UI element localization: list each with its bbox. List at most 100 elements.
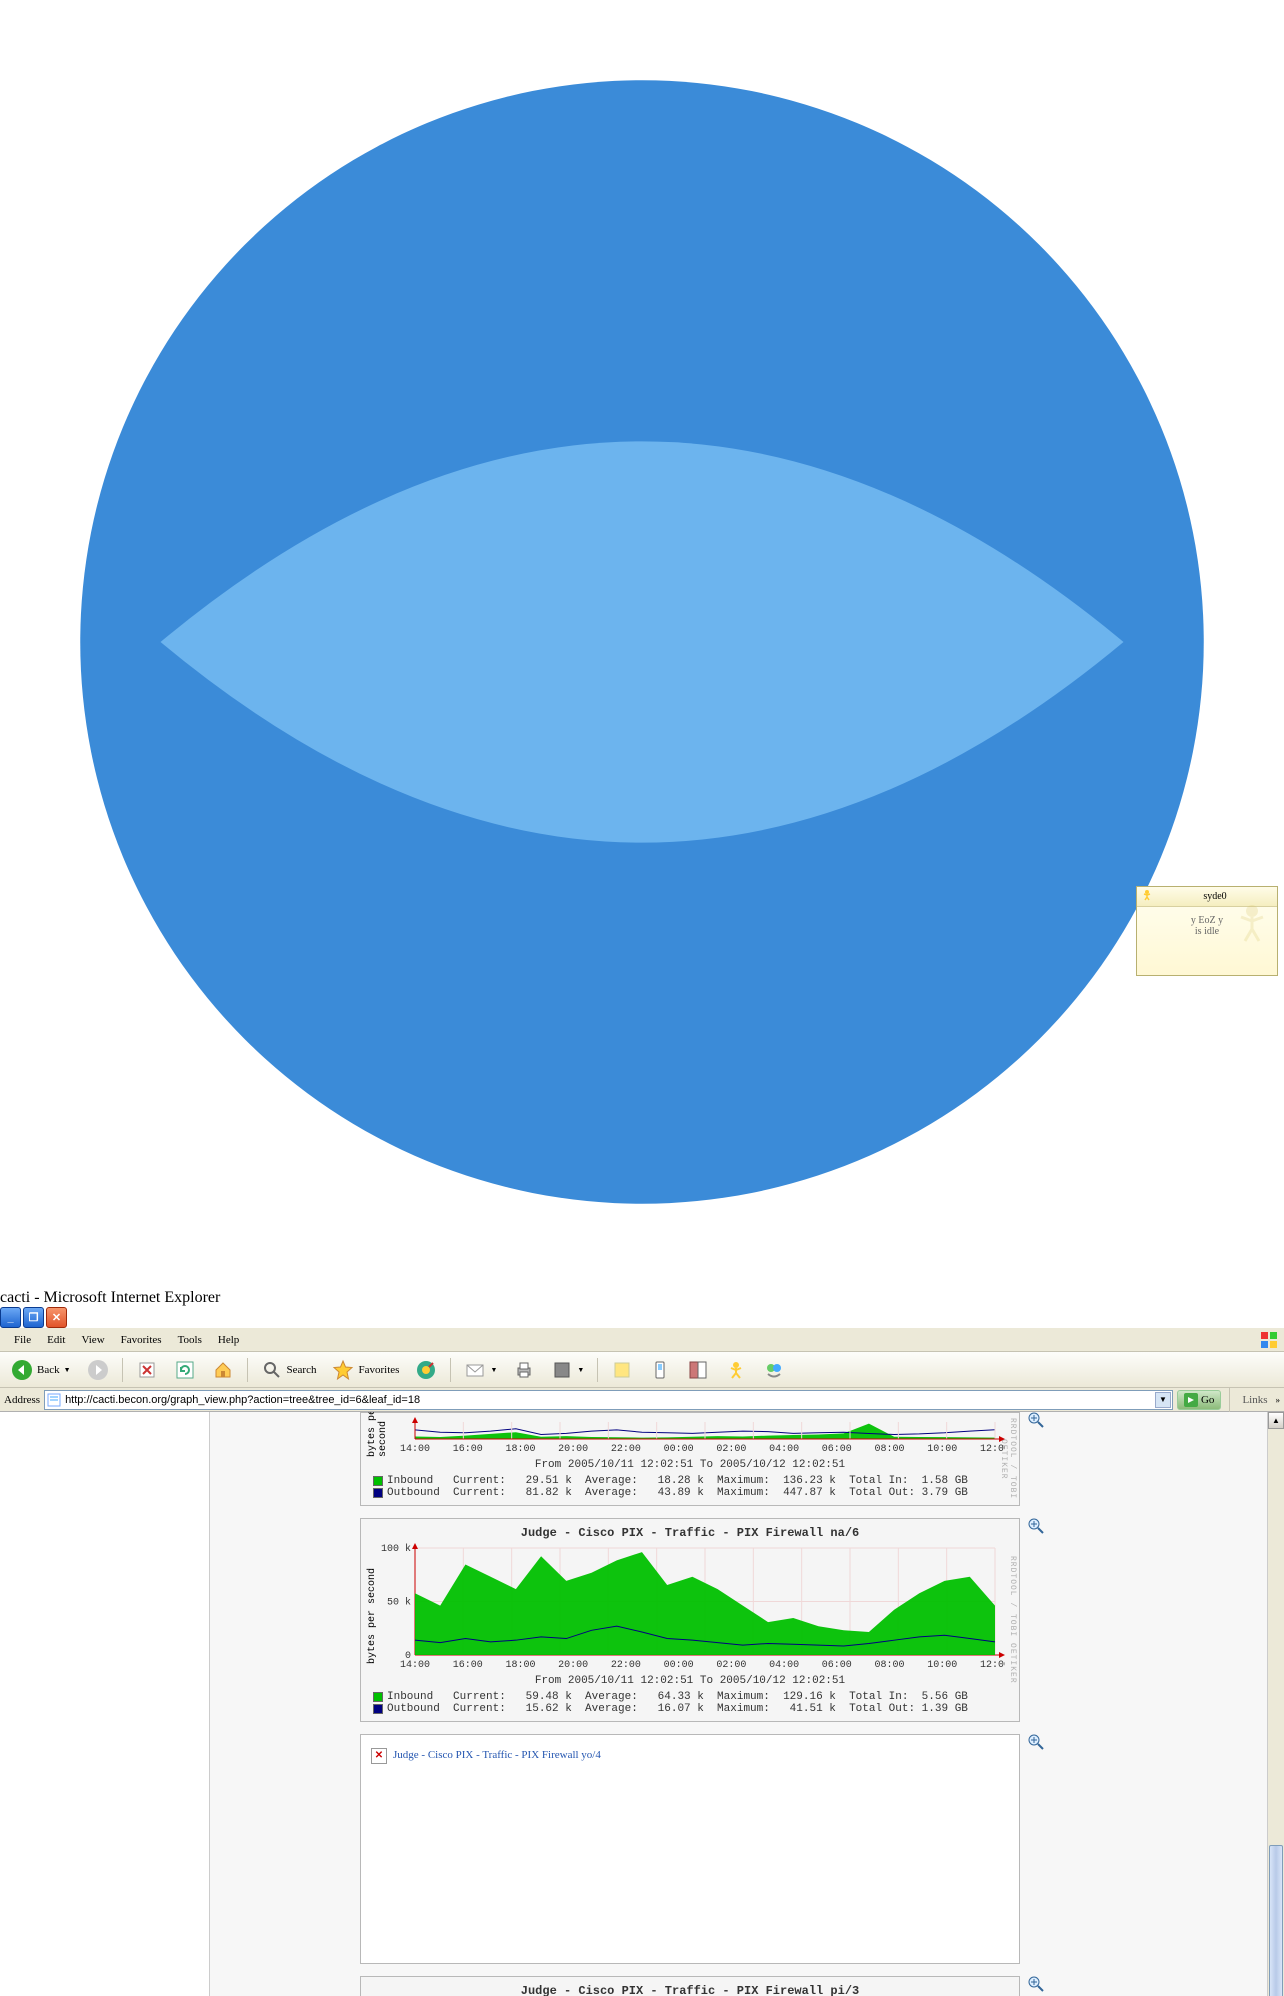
svg-text:06:00: 06:00: [822, 1444, 852, 1455]
graph-row: RRDTOOL / TOBI OETIKER bytes per second …: [360, 1412, 1254, 1506]
graph-block-empty: ✕ Judge - Cisco PIX - Traffic - PIX Firew…: [360, 1734, 1020, 1964]
refresh-icon: [174, 1359, 196, 1381]
graph-title: Judge - Cisco PIX - Traffic - PIX Firewa…: [365, 1981, 1015, 1996]
graph-timerange: From 2005/10/11 12:02:51 To 2005/10/12 1…: [365, 1673, 1015, 1689]
menu-edit[interactable]: Edit: [39, 1332, 73, 1348]
vertical-scrollbar[interactable]: ▲ ▼: [1267, 1412, 1284, 1996]
minimize-button[interactable]: _: [0, 1307, 21, 1328]
zoom-icon[interactable]: [1028, 1412, 1044, 1428]
media-button[interactable]: [408, 1355, 444, 1385]
scroll-track[interactable]: [1268, 1429, 1284, 1996]
legend-swatch: [373, 1704, 383, 1714]
svg-text:18:00: 18:00: [505, 1660, 535, 1671]
tree-panel[interactable]: [0, 1412, 210, 1996]
svg-text:20:00: 20:00: [558, 1660, 588, 1671]
menu-view[interactable]: View: [73, 1332, 112, 1348]
address-dropdown-icon[interactable]: ▼: [1155, 1392, 1171, 1408]
go-button[interactable]: Go: [1177, 1390, 1221, 1410]
svg-text:12:00: 12:00: [980, 1660, 1005, 1671]
graph-canvas: bytes per second 14:0016:0018:0020:0022:…: [365, 1417, 1015, 1457]
phone-button[interactable]: [642, 1355, 678, 1385]
msn-icon: [763, 1359, 785, 1381]
go-icon: [1184, 1393, 1198, 1407]
note-icon: [611, 1359, 633, 1381]
legend-swatch: [373, 1488, 383, 1498]
home-button[interactable]: [205, 1355, 241, 1385]
svg-text:06:00: 06:00: [822, 1660, 852, 1671]
menu-favorites[interactable]: Favorites: [113, 1332, 170, 1348]
im-notification[interactable]: syde0 y EoZ y is idle: [1136, 886, 1278, 976]
svg-text:16:00: 16:00: [453, 1660, 483, 1671]
forward-button[interactable]: [80, 1355, 116, 1385]
legend-swatch: [373, 1692, 383, 1702]
graph-timerange: From 2005/10/11 12:02:51 To 2005/10/12 1…: [365, 1457, 1015, 1473]
svg-text:08:00: 08:00: [875, 1660, 905, 1671]
rrdtool-label: RRDTOOL / TOBI OETIKER: [1003, 1979, 1017, 1996]
scroll-thumb[interactable]: [1269, 1845, 1283, 1996]
forward-icon: [87, 1359, 109, 1381]
mail-icon: [464, 1359, 486, 1381]
links-label[interactable]: Links: [1238, 1394, 1271, 1406]
svg-text:12:00: 12:00: [980, 1444, 1005, 1455]
star-icon: [332, 1359, 354, 1381]
graphs-panel: RRDTOOL / TOBI OETIKER bytes per second …: [210, 1412, 1284, 1996]
zoom-icon[interactable]: [1028, 1976, 1044, 1992]
address-input[interactable]: [44, 1390, 1173, 1410]
dropdown-icon: ▼: [64, 1366, 71, 1374]
svg-text:18:00: 18:00: [505, 1444, 535, 1455]
page-icon: [47, 1393, 61, 1407]
broken-image-label[interactable]: Judge - Cisco PIX - Traffic - PIX Firewa…: [393, 1749, 601, 1761]
svg-text:50 k: 50 k: [387, 1597, 411, 1609]
note-button[interactable]: [604, 1355, 640, 1385]
broken-image-icon: ✕: [371, 1748, 387, 1764]
mail-button[interactable]: ▼: [457, 1355, 504, 1385]
toolbar: Back ▼ Search Favorites ▼ ▼: [0, 1352, 1284, 1388]
favorites-button[interactable]: Favorites: [325, 1355, 406, 1385]
windows-flag-icon[interactable]: [1260, 1331, 1278, 1349]
media-icon: [415, 1359, 437, 1381]
svg-text:22:00: 22:00: [611, 1660, 641, 1671]
search-button[interactable]: Search: [254, 1355, 324, 1385]
msn-button[interactable]: [756, 1355, 792, 1385]
back-button[interactable]: Back ▼: [4, 1355, 78, 1385]
svg-text:10:00: 10:00: [927, 1660, 957, 1671]
stop-button[interactable]: [129, 1355, 165, 1385]
graph-block: RRDTOOL / TOBI OETIKER Judge - Cisco PIX…: [360, 1518, 1020, 1722]
svg-text:00:00: 00:00: [664, 1444, 694, 1455]
graph-title: Judge - Cisco PIX - Traffic - PIX Firewa…: [365, 1523, 1015, 1543]
close-button[interactable]: ✕: [46, 1307, 67, 1328]
menu-help[interactable]: Help: [210, 1332, 247, 1348]
content-area: RRDTOOL / TOBI OETIKER bytes per second …: [0, 1412, 1284, 1996]
svg-text:100 k: 100 k: [381, 1543, 411, 1555]
zoom-icon[interactable]: [1028, 1734, 1044, 1750]
menu-file[interactable]: File: [6, 1332, 39, 1348]
search-icon: [261, 1359, 283, 1381]
legend-row: Outbound Current: 15.62 k Average: 16.07…: [373, 1703, 1015, 1715]
aim-figure-icon: [1231, 901, 1273, 943]
legend-row: Outbound Current: 81.82 k Average: 43.89…: [373, 1487, 1015, 1499]
graph-block: RRDTOOL / TOBI OETIKER bytes per second …: [360, 1412, 1020, 1506]
print-button[interactable]: [506, 1355, 542, 1385]
edit-button[interactable]: ▼: [544, 1355, 591, 1385]
zoom-icon[interactable]: [1028, 1518, 1044, 1534]
svg-text:22:00: 22:00: [611, 1444, 641, 1455]
scroll-up-button[interactable]: ▲: [1268, 1412, 1284, 1429]
aim-icon: [725, 1359, 747, 1381]
research-button[interactable]: [680, 1355, 716, 1385]
maximize-button[interactable]: ❐: [23, 1307, 44, 1328]
svg-text:02:00: 02:00: [716, 1660, 746, 1671]
svg-text:20:00: 20:00: [558, 1444, 588, 1455]
print-icon: [513, 1359, 535, 1381]
menu-tools[interactable]: Tools: [170, 1332, 210, 1348]
refresh-button[interactable]: [167, 1355, 203, 1385]
svg-text:10:00: 10:00: [927, 1444, 957, 1455]
svg-text:14:00: 14:00: [400, 1660, 430, 1671]
svg-text:00:00: 00:00: [664, 1660, 694, 1671]
messenger-button[interactable]: [718, 1355, 754, 1385]
app-icon: [0, 1271, 1284, 1288]
graph-legend: Inbound Current: 59.48 k Average: 64.33 …: [365, 1689, 1015, 1717]
legend-row: Inbound Current: 59.48 k Average: 64.33 …: [373, 1691, 1015, 1703]
legend-swatch: [373, 1476, 383, 1486]
research-icon: [687, 1359, 709, 1381]
menubar: File Edit View Favorites Tools Help: [0, 1328, 1284, 1352]
